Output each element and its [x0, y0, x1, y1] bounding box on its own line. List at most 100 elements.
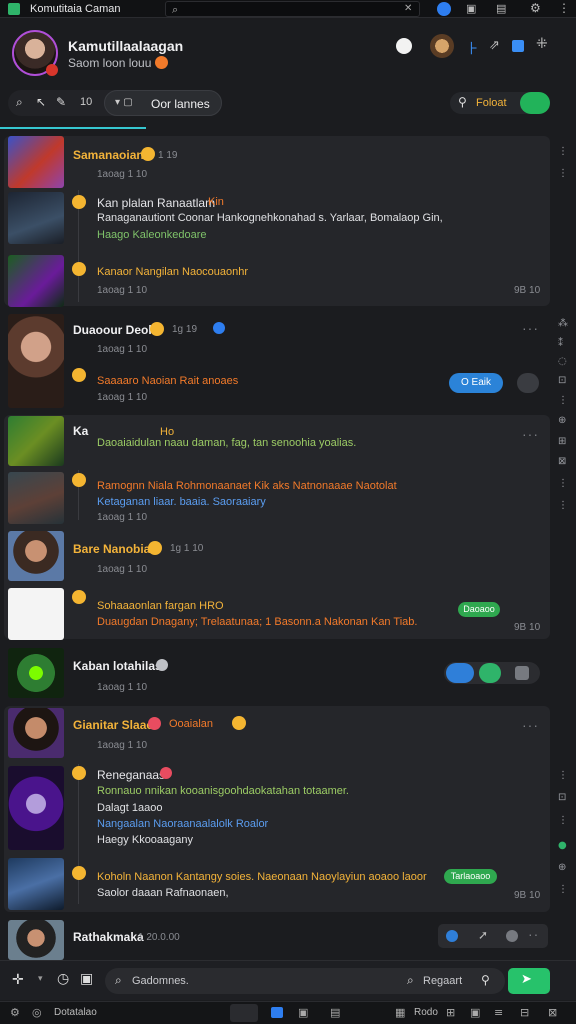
settings-icon[interactable]: ⚙ [530, 1, 541, 15]
post-thumbnail[interactable] [8, 588, 64, 640]
post-time: 1aoag 1 10 [97, 392, 148, 403]
post-tag: Ooaialan [169, 718, 214, 730]
reply-text: Ronnauo nnikan kooanisgoohdaokatahan tot… [97, 785, 349, 797]
title-search-field[interactable]: ⌕ ✕ [165, 1, 420, 17]
search-label[interactable]: Regaart [423, 975, 462, 987]
filter-label: Foloat [476, 97, 507, 109]
grid-icon[interactable]: ▦ [395, 1006, 405, 1019]
help-icon[interactable]: ◎ [32, 1006, 42, 1019]
scroll-dots-icon[interactable]: ⋮ [558, 146, 568, 157]
filter-icon: ⚲ [458, 95, 467, 109]
post-meta: 1 20.0.00 [138, 932, 180, 943]
like-button[interactable] [446, 663, 474, 683]
split-icon[interactable]: ⊞ [446, 1006, 455, 1019]
share-icon[interactable]: ⇗ [489, 38, 500, 53]
menu-icon[interactable]: ≡ [494, 1006, 503, 1019]
search-icon: ⌕ [407, 973, 414, 987]
tool-icon[interactable]: ⋮ [558, 500, 568, 511]
more-options-icon[interactable]: ··· [522, 717, 539, 733]
image-icon[interactable]: ▣ [80, 971, 93, 987]
tool-icon[interactable]: ⊠ [558, 456, 566, 467]
layout-icon[interactable]: ▤ [496, 2, 506, 15]
reply-author: Kan plalan Ranaatlam [97, 196, 216, 210]
tool-icon[interactable]: ⊡ [558, 375, 566, 386]
react-button[interactable] [517, 373, 539, 393]
tool-icon[interactable]: ⊕ [558, 415, 566, 426]
post-thumbnail[interactable] [8, 766, 64, 850]
status-badge [46, 64, 58, 76]
post-thumbnail[interactable] [8, 648, 64, 698]
tool-icon[interactable]: ⋮ [558, 884, 568, 895]
message-input[interactable]: ⌕ Gadomnes. ⌕ Regaart ⚲ [105, 968, 505, 994]
tool-icon[interactable]: ⋮ [558, 815, 568, 826]
reply-button[interactable] [479, 663, 501, 683]
window-icon[interactable]: ▣ [470, 1006, 480, 1019]
close-icon[interactable]: ✕ [404, 3, 412, 14]
moon-icon[interactable] [396, 38, 412, 54]
reply-text: Ranaganautiont Coonar Hankognehkonahad s… [97, 212, 443, 224]
tool-icon[interactable]: ⋮ [558, 770, 568, 781]
post-thumbnail[interactable] [8, 255, 64, 307]
tool-icon[interactable]: ⊡ [558, 792, 566, 803]
bookmark-icon[interactable] [512, 40, 524, 52]
profile-name: Kamutillaalaagan [68, 38, 184, 54]
tool-icon[interactable]: ⊞ [558, 436, 566, 447]
post-thumbnail[interactable] [8, 192, 64, 244]
user-avatar-small[interactable] [430, 34, 454, 58]
window-icon[interactable]: ▣ [466, 2, 476, 15]
tab-underline [0, 127, 146, 129]
pin-icon[interactable]: ⺊ [466, 38, 479, 57]
settings-icon[interactable] [506, 930, 518, 942]
post-time: 1aoag 1 10 [97, 344, 148, 355]
send-button[interactable]: ➤ [508, 968, 550, 994]
like-icon[interactable] [446, 930, 458, 942]
more-options-icon[interactable]: ·· [528, 926, 539, 942]
search-icon[interactable]: ⌕ [16, 95, 23, 110]
post-text: Daoaiaidulan naau daman, fag, tan senooh… [97, 437, 357, 449]
more-icon[interactable]: ⋮ [558, 1, 570, 15]
edit-icon[interactable]: ✎ [56, 95, 66, 109]
clock-icon[interactable]: ◷ [57, 971, 69, 987]
add-icon[interactable]: ✛ [12, 972, 24, 988]
notification-icon[interactable] [437, 2, 451, 16]
tool-icon[interactable]: ⋮ [558, 395, 568, 406]
post-thumbnail[interactable] [8, 416, 64, 466]
tool-icon[interactable]: ⋮ [558, 478, 568, 489]
window-icon[interactable]: ▣ [298, 1006, 308, 1019]
tool-icon[interactable]: ⁑ [558, 338, 563, 349]
layout-icon[interactable]: ▤ [330, 1006, 340, 1019]
online-icon[interactable]: ● [558, 840, 567, 851]
post-thumbnail[interactable] [8, 920, 64, 960]
more-options-icon[interactable]: ··· [522, 426, 539, 442]
post-author: Ka [73, 424, 89, 438]
attach-icon[interactable]: ⚲ [481, 973, 490, 987]
post-thumbnail[interactable] [8, 136, 64, 188]
status-badge[interactable]: Tarlaoaoo [444, 869, 497, 884]
tool-icon[interactable]: ⊕ [558, 862, 566, 873]
more-options-icon[interactable]: ··· [522, 320, 539, 336]
settings-icon[interactable]: ⚙ [10, 1006, 20, 1019]
post-meta: 1g 19 [172, 324, 198, 335]
post-thumbnail[interactable] [8, 858, 64, 910]
grid-icon[interactable]: ⁜ [536, 36, 548, 52]
join-button[interactable]: O Eaik [449, 373, 503, 393]
lock-icon[interactable] [515, 666, 529, 680]
tab-active[interactable]: ▾ ▢ Oor lannes [104, 90, 222, 116]
tool-icon[interactable]: ◌ [558, 356, 567, 367]
post-thumbnail[interactable] [8, 472, 64, 524]
post-thumbnail[interactable] [8, 314, 64, 408]
chat-icon[interactable]: ⊠ [548, 1006, 557, 1019]
filter-toggle[interactable] [520, 92, 550, 114]
cursor-icon[interactable]: ↖ [36, 95, 46, 109]
status-toggle[interactable] [230, 1004, 258, 1022]
monitor-icon[interactable] [271, 1007, 283, 1018]
status-badge[interactable]: Daoaoo [458, 602, 500, 617]
scroll-dots-icon[interactable]: ⋮ [558, 168, 568, 179]
post-author: Bare Nanobiae [73, 542, 158, 556]
chevron-down-icon[interactable]: ▾ [38, 974, 43, 984]
pin-icon[interactable]: ⊟ [520, 1006, 529, 1019]
tool-icon[interactable]: ⁂ [558, 318, 568, 329]
share-icon[interactable]: ➚ [478, 928, 488, 942]
post-thumbnail[interactable] [8, 531, 64, 581]
post-thumbnail[interactable] [8, 708, 64, 758]
